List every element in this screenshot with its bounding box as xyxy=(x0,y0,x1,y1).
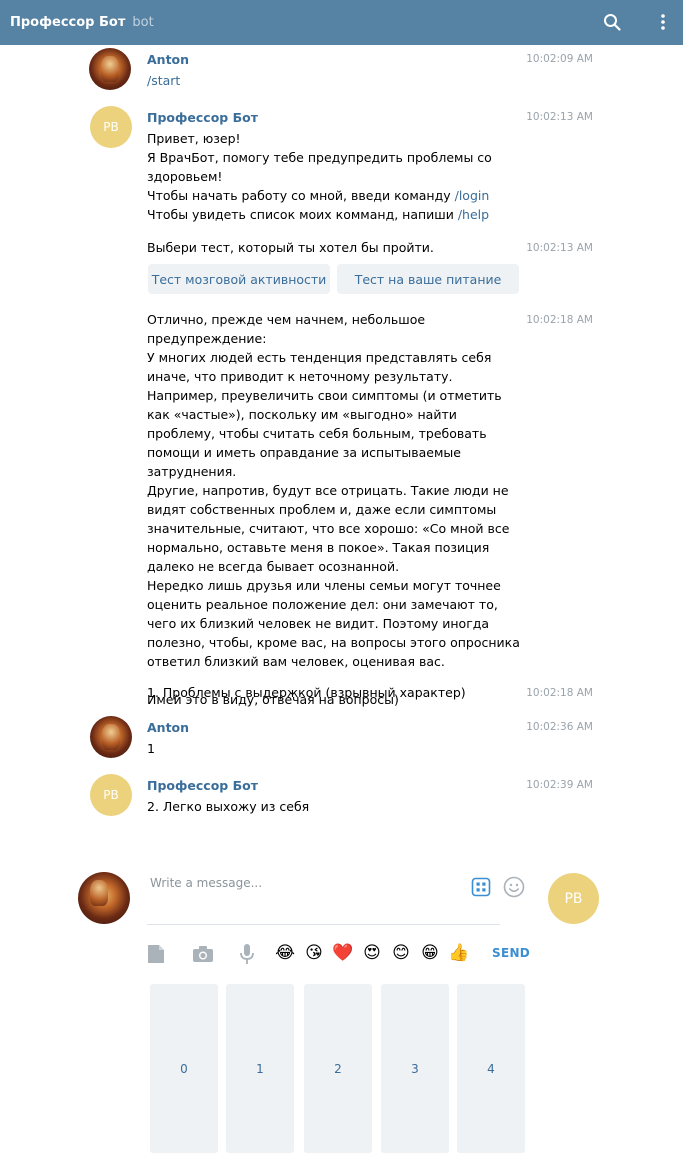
chat-title[interactable]: Профессор Бот xyxy=(10,15,125,30)
inline-button-brain-test[interactable]: Тест мозговой активности xyxy=(148,264,330,294)
search-icon[interactable] xyxy=(600,10,624,34)
message-time: 10:02:13 AM xyxy=(526,111,593,123)
more-vertical-icon[interactable] xyxy=(651,10,675,34)
bot-avatar[interactable]: PB xyxy=(90,106,132,148)
send-button[interactable]: SEND xyxy=(492,946,530,960)
message-text: Отлично, прежде чем начнем, небольшое пр… xyxy=(147,312,520,707)
file-icon[interactable] xyxy=(146,943,166,965)
chat-header: Профессор Бот bot xyxy=(0,0,683,45)
emoji-joy-icon[interactable]: 😂 xyxy=(274,942,296,964)
message-text: 2. Легко выхожу из себя xyxy=(147,799,310,814)
my-avatar[interactable] xyxy=(78,872,130,924)
emoji-thumbs-up-icon[interactable]: 👍 xyxy=(448,942,470,964)
message-time: 10:02:13 AM xyxy=(526,242,593,254)
inline-button-nutrition-test[interactable]: Тест на ваше питание xyxy=(337,264,519,294)
message-text: 1 xyxy=(147,741,155,756)
message-time: 10:02:18 AM xyxy=(526,687,593,699)
message-line: Чтобы увидеть список моих комманд, напиш… xyxy=(147,207,458,222)
reply-key-0[interactable]: 0 xyxy=(150,984,218,1153)
smiley-icon[interactable] xyxy=(502,875,526,899)
message-input-placeholder: Write a message... xyxy=(150,876,263,890)
message-author[interactable]: Профессор Бот xyxy=(147,778,258,793)
message-line: Чтобы начать работу со мной, введи коман… xyxy=(147,188,455,203)
login-command-link[interactable]: /login xyxy=(455,188,490,203)
emoji-heart-icon[interactable]: ❤️ xyxy=(332,942,354,964)
anton-avatar[interactable] xyxy=(90,716,132,758)
camera-icon[interactable] xyxy=(191,943,215,965)
message-text: 1. Проблемы с выдержкой (взрывный характ… xyxy=(147,685,466,700)
emoji-heart-eyes-icon[interactable]: 😍 xyxy=(361,942,383,964)
message-time: 10:02:36 AM xyxy=(526,721,593,733)
microphone-icon[interactable] xyxy=(237,942,257,966)
message-author[interactable]: Anton xyxy=(147,720,189,735)
message-text: Выбери тест, который ты хотел бы пройти. xyxy=(147,240,434,255)
chat-subtitle: bot xyxy=(132,15,154,30)
message-text[interactable]: /start xyxy=(147,71,522,90)
reply-key-4[interactable]: 4 xyxy=(457,984,525,1153)
bot-avatar[interactable]: PB xyxy=(548,873,599,924)
reply-key-1[interactable]: 1 xyxy=(226,984,294,1153)
bot-keyboard-icon[interactable] xyxy=(470,876,492,898)
message-text: Привет, юзер! Я ВрачБот, помогу тебе пре… xyxy=(147,129,522,224)
emoji-grin-icon[interactable]: 😁 xyxy=(419,942,441,964)
bot-avatar[interactable]: PB xyxy=(90,774,132,816)
reply-key-3[interactable]: 3 xyxy=(381,984,449,1153)
reply-key-2[interactable]: 2 xyxy=(304,984,372,1153)
message-time: 10:02:09 AM xyxy=(526,53,593,65)
help-command-link[interactable]: /help xyxy=(458,207,489,222)
message-line: Я ВрачБот, помогу тебе предупредить проб… xyxy=(147,150,496,184)
emoji-smile-icon[interactable]: 😊 xyxy=(390,942,412,964)
anton-avatar[interactable] xyxy=(89,48,131,90)
message-input[interactable]: Write a message... xyxy=(147,870,500,925)
message-line: Привет, юзер! xyxy=(147,131,241,146)
message-author[interactable]: Anton xyxy=(147,52,189,67)
message-author[interactable]: Профессор Бот xyxy=(147,110,258,125)
emoji-kiss-icon[interactable]: 😘 xyxy=(303,942,325,964)
message-time: 10:02:39 AM xyxy=(526,779,593,791)
message-time: 10:02:18 AM xyxy=(526,314,593,326)
